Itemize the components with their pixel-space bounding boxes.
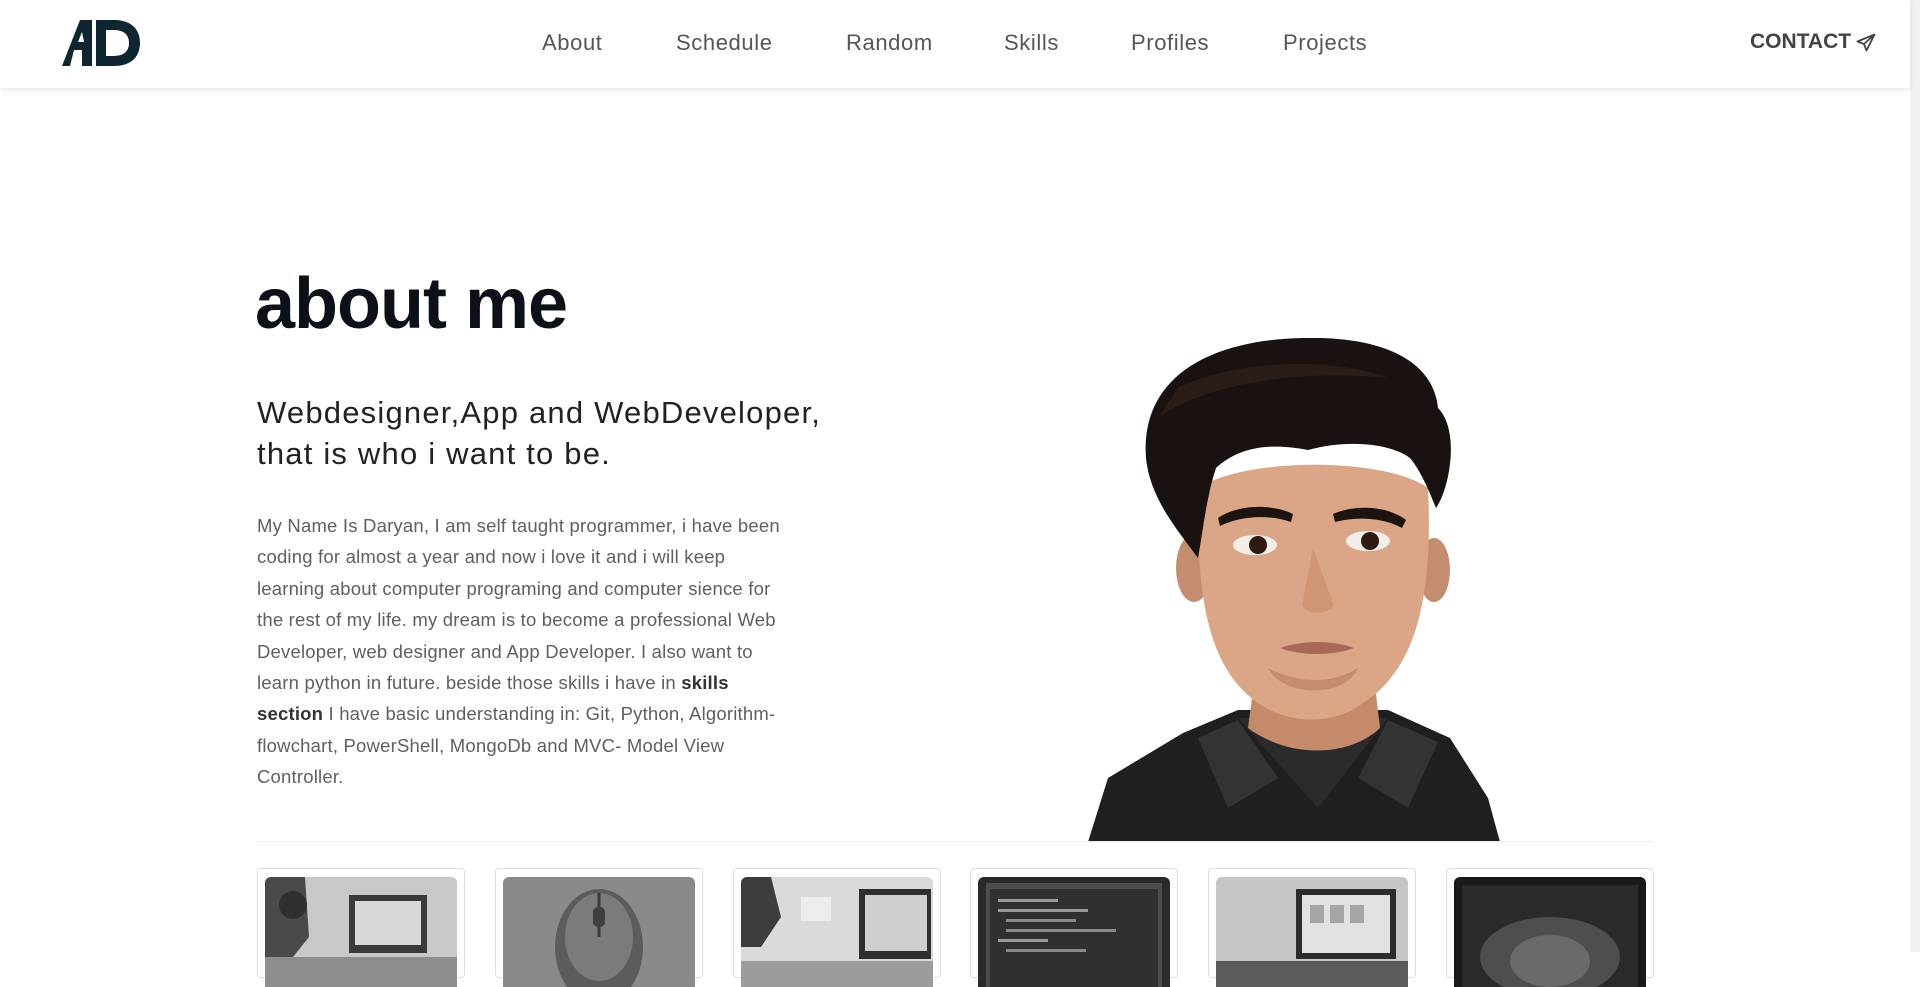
page-title: about me (255, 264, 568, 344)
nav-link-about[interactable]: About (542, 30, 603, 56)
photo-workspace (265, 877, 457, 987)
nav-link-projects[interactable]: Projects (1283, 30, 1367, 56)
nav-link-schedule[interactable]: Schedule (676, 30, 773, 56)
top-navigation-bar: About Schedule Random Skills Profiles Pr… (0, 0, 1910, 88)
photo-desk (741, 877, 933, 987)
nav-link-random[interactable]: Random (846, 30, 933, 56)
contact-button[interactable]: CONTACT (1750, 30, 1851, 54)
bio-text-1: My Name Is Daryan, I am self taught prog… (257, 515, 780, 694)
main-nav: About Schedule Random Skills Profiles Pr… (0, 0, 1910, 88)
section-divider (257, 841, 1653, 842)
gallery-thumbnail-mouse[interactable] (495, 868, 703, 987)
tagline-line-2: that is who i want to be. (257, 436, 611, 471)
scrollbar[interactable] (1910, 0, 1920, 952)
gallery-thumbnail-workspace[interactable] (257, 868, 465, 987)
photo-monitor (1216, 877, 1408, 987)
photo-mouse (503, 877, 695, 987)
paper-plane-icon[interactable] (1856, 33, 1876, 53)
tagline-line-1: Webdesigner,App and WebDeveloper, (257, 395, 822, 430)
tagline: Webdesigner,App and WebDeveloper, that i… (257, 392, 877, 474)
nav-link-skills[interactable]: Skills (1004, 30, 1059, 56)
nav-link-profiles[interactable]: Profiles (1131, 30, 1209, 56)
bio-paragraph: My Name Is Daryan, I am self taught prog… (257, 510, 797, 793)
gallery-thumbnail-desk[interactable] (733, 868, 941, 987)
portrait-image (1088, 338, 1500, 842)
photo-code-screen (978, 877, 1170, 987)
gallery-thumbnail-dark-screen[interactable] (1446, 868, 1654, 987)
gallery-thumbnail-code-screen[interactable] (970, 868, 1178, 987)
photo-dark-screen (1454, 877, 1646, 987)
bio-text-2: I have basic understanding in: Git, Pyth… (257, 703, 776, 788)
gallery-thumbnail-monitor[interactable] (1208, 868, 1416, 987)
